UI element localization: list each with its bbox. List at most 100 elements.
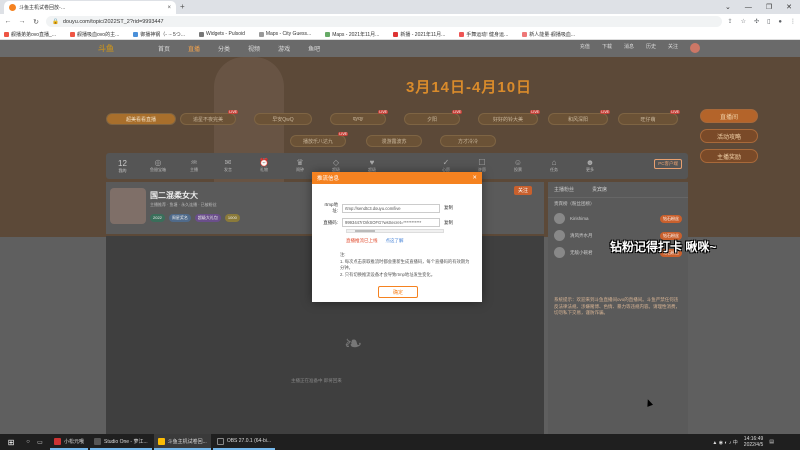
toolbar-item[interactable]: ◎ 鱼翅宝箱 (148, 158, 168, 173)
follow-button[interactable]: 关注 (514, 186, 533, 195)
taskbar-app[interactable]: OBS 27.0.1 (64-bi... (212, 434, 276, 450)
learn-more-link[interactable]: 点这了解 (386, 238, 404, 243)
notification-icon[interactable]: ▤ (769, 439, 774, 445)
chevron-down-icon[interactable]: ⌄ (725, 3, 731, 11)
tag-badge[interactable]: 1000 (224, 214, 240, 222)
tag-badge[interactable]: 2022 (150, 214, 165, 222)
back-icon[interactable]: ← (4, 18, 12, 25)
nav-link[interactable]: 视频 (248, 44, 260, 53)
close-window-icon[interactable]: ✕ (786, 3, 792, 11)
category-pill[interactable]: 好好的铃大美 LIVE (478, 110, 540, 125)
toolbar-item[interactable]: ♒ 主播 (184, 158, 204, 173)
tag-badge[interactable]: 周星奖名 (168, 214, 191, 222)
reload-icon[interactable]: ↻ (32, 18, 40, 26)
taskbar-app[interactable]: 斗鱼主机试卷回... (153, 434, 211, 450)
confirm-button[interactable]: 确定 (378, 286, 418, 298)
toolbar-item[interactable]: ♥ 超级 (362, 158, 382, 173)
bookmark-item[interactable]: 舰播吸血ovo的主... (70, 31, 119, 38)
bookmark-item[interactable]: 新人能量·舰播吸血... (522, 31, 575, 38)
bookmark-item[interactable]: 手舞运动! 健身运... (459, 31, 508, 38)
category-pill[interactable]: 和风深阳 LIVE (548, 110, 610, 125)
close-tab-icon[interactable]: × (167, 5, 171, 11)
bookmark-item[interactable]: 新播 - 2021年11月... (393, 31, 445, 38)
taskbar-app[interactable]: Studio One - 萝江... (90, 434, 152, 450)
taskbar-app[interactable]: 小松元哦 (50, 434, 89, 450)
toolbar-item[interactable]: ☻ 更多 (580, 158, 600, 173)
url-input[interactable]: 🔒 douyu.com/topic/2022ST_2?rid=9993447 (46, 16, 722, 27)
new-tab-icon[interactable]: + (180, 2, 185, 11)
nav-link[interactable]: 分类 (218, 44, 230, 53)
task-view-icon[interactable]: ▭ (34, 439, 46, 446)
category-pill[interactable]: 漫游露波苏 (366, 135, 422, 147)
category-pill[interactable]: 夕阳 LIVE (404, 110, 462, 125)
side-pill-live-room[interactable]: 直播间 (700, 109, 758, 123)
pc-client-button[interactable]: PC客户端 (654, 159, 682, 169)
puzzle-icon[interactable]: ✣ (754, 18, 759, 25)
bookmark-item[interactable]: Maps - 2021年11月... (325, 31, 379, 38)
search-icon[interactable]: ○ (22, 439, 34, 445)
category-pill[interactable]: 追星不夜完美 LIVE (180, 110, 238, 125)
bookmark-item[interactable]: Widgets - Pulsoid (198, 31, 245, 37)
tab-title: 斗鱼主机试卷回放-… (19, 5, 66, 11)
category-pill[interactable]: 方才冷冷 (440, 135, 496, 147)
tray-icons[interactable]: ▲ ◉ ◐ ♪ 中 (712, 439, 737, 446)
side-pill-rewards[interactable]: 主播奖励 (700, 149, 758, 163)
nav-link[interactable]: 鱼吧 (308, 44, 320, 53)
windows-start-icon[interactable]: ⊞ (0, 438, 22, 447)
tag-badge[interactable]: 超级大礼包 (194, 214, 221, 222)
toolbar-item[interactable]: ☺ 投票 (508, 158, 528, 173)
stream-info-dialog: 推流信息 ✕ rtmp地址: rtmp://sendtc3.douyu.com/… (312, 172, 482, 302)
nav-link[interactable]: 首页 (158, 44, 170, 53)
close-icon[interactable]: ✕ (472, 175, 477, 181)
toolbar-item[interactable]: ☐ 许愿 (472, 158, 492, 173)
avatar (554, 247, 565, 258)
nav-link[interactable]: 游戏 (278, 44, 290, 53)
minimize-icon[interactable]: — (745, 4, 752, 11)
profile-icon[interactable]: ● (778, 19, 782, 25)
menu-icon[interactable]: ⋮ (790, 18, 796, 25)
browser-tab[interactable]: 斗鱼主机试卷回放-… × (4, 1, 176, 14)
tab-fans[interactable]: 主播粉丝 (554, 186, 574, 193)
category-pill[interactable]: 超美看看直播 (106, 113, 176, 125)
side-pill-guide[interactable]: 活动攻略 (700, 129, 758, 143)
site-nav: 首页 直播 分类 视频 游戏 鱼吧 (158, 44, 320, 53)
toolbar-item[interactable]: ✓ 心愿 (436, 158, 456, 173)
forward-icon[interactable]: → (18, 18, 26, 25)
bookmark-item[interactable]: 舰播弟弟ovo直播_... (4, 31, 56, 38)
copy-rtmp-button[interactable]: 复制 (444, 205, 453, 211)
header-link[interactable]: 消息 (624, 43, 634, 53)
rtmp-field[interactable]: rtmp://sendtc3.douyu.com/live (342, 203, 440, 213)
bookmark-item[interactable]: 御播神钢（- ·- 5つ... (133, 31, 185, 38)
bookmark-item[interactable]: Maps - City Guess... (258, 31, 311, 37)
category-pill[interactable]: 播放乐八达九 LIVE (290, 132, 348, 147)
toolbar-item[interactable]: ♛ 闹钟 (290, 158, 310, 173)
star-icon[interactable]: ☆ (741, 18, 746, 25)
stream-code-field[interactable]: 9993447rOrkSOFG?wsSecret=*********** (342, 218, 440, 227)
toolbar-item[interactable]: ✉ 发言 (218, 158, 238, 173)
category-pill[interactable]: 旺仔萌 LIVE (618, 110, 680, 125)
toolbar-item[interactable]: ◇ 超级 (326, 158, 346, 173)
list-item[interactable]: Kirishima 钻石粉丝 (548, 210, 688, 227)
header-link[interactable]: 关注 (668, 43, 678, 53)
address-bar: ← → ↻ 🔒 douyu.com/topic/2022ST_2?rid=999… (0, 14, 800, 29)
tab-vip[interactable]: 贵宾席 (592, 186, 607, 193)
share-icon[interactable]: ⇪ (728, 18, 733, 25)
category-pill[interactable]: qyqy LIVE (330, 110, 388, 125)
category-pill[interactable]: 早安QwQ (254, 113, 312, 125)
site-logo[interactable]: 斗鱼 (98, 43, 114, 54)
header-link[interactable]: 历史 (646, 43, 656, 53)
douyu-favicon-icon (9, 4, 16, 11)
toolbar-item[interactable]: ⏰ 礼物 (254, 158, 274, 173)
copy-code-button[interactable]: 复制 (444, 220, 453, 226)
clock[interactable]: 14:16:49 2022/4/5 (744, 436, 763, 448)
field-scrollbar[interactable] (346, 229, 444, 233)
maximize-icon[interactable]: ❐ (766, 3, 772, 11)
toolbar-item[interactable]: ⌂ 任务 (544, 158, 564, 173)
lock-icon: 🔒 (52, 18, 59, 25)
sidebar-icon[interactable]: ▯ (767, 18, 770, 25)
user-avatar[interactable] (690, 43, 700, 53)
header-link[interactable]: 充值 (580, 43, 590, 53)
header-link[interactable]: 下载 (602, 43, 612, 53)
streamer-avatar[interactable] (110, 188, 146, 224)
nav-link[interactable]: 直播 (188, 44, 200, 53)
